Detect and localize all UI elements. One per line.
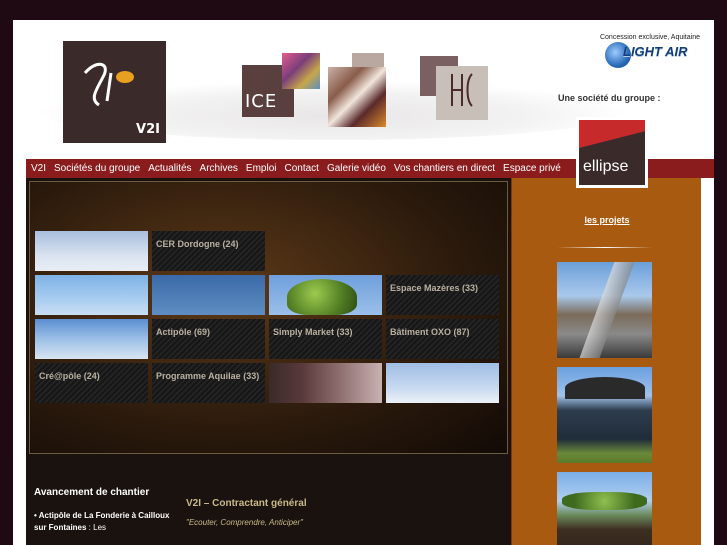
gallery-tile-label: Bâtiment OXO (87) [390,327,470,337]
ice-logo-text: ICE [245,91,278,112]
gallery-photo-tile[interactable] [269,363,382,403]
elite-logo[interactable] [420,56,488,120]
projects-sidebar: les projets [511,178,701,545]
gallery-tile-label: CER Dordogne (24) [156,239,239,249]
project-thumbnail[interactable] [557,367,652,463]
v2i-swirl-icon [83,62,134,107]
avancement-item-text: : Les [86,523,107,532]
gallery-tile-espace-mazeres[interactable]: Espace Mazères (33) [386,275,499,315]
nav-item-actualites[interactable]: Actualités [144,163,195,174]
gallery-tile-cer-dordogne[interactable]: CER Dordogne (24) [152,231,265,271]
sphere-logo-image [328,67,386,127]
nav-item-contact[interactable]: Contact [280,163,322,174]
gallery-photo-tile[interactable] [386,363,499,403]
gallery-tile-label: Actipôle (69) [156,327,211,337]
project-gallery: CER Dordogne (24) Espace Mazères (33) Ac… [29,181,508,454]
project-thumbnail[interactable] [557,472,652,545]
gallery-tile-actipole[interactable]: Actipôle (69) [152,319,265,359]
nav-item-galerie-video[interactable]: Galerie vidéo [323,163,390,174]
gallery-tile-simply-market[interactable]: Simply Market (33) [269,319,382,359]
gallery-tile-label: Programme Aquilae (33) [156,371,260,381]
gallery-tile-crepole[interactable]: Cré@pôle (24) [35,363,148,403]
thumbnail-detail [562,492,647,510]
ellipse-logo[interactable]: ellipse [576,117,648,188]
gallery-photo-tile[interactable] [35,319,148,359]
groupe-text: Une société du groupe : [558,93,661,103]
gallery-photo-tile[interactable] [35,275,148,315]
gallery-tile-programme-aquilae[interactable]: Programme Aquilae (33) [152,363,265,403]
nav-item-societes[interactable]: Sociétés du groupe [50,163,144,174]
contractant-section: V2I – Contractant général "Ecouter, Comp… [186,498,496,535]
gallery-photo-tile[interactable] [152,275,265,315]
v2i-logo[interactable]: V2I [63,41,166,143]
gallery-photo-tile[interactable] [269,275,382,315]
nav-item-chantiers[interactable]: Vos chantiers en direct [390,163,499,174]
tree-image [287,279,357,315]
thumbnail-detail [579,262,635,358]
ice-logo[interactable]: ICE [242,53,320,117]
gallery-photo-tile[interactable] [35,231,148,271]
thumbnail-detail [565,377,645,399]
gallery-tile-label: Espace Mazères (33) [390,283,479,293]
nav-item-espace-prive[interactable]: Espace privé [499,163,565,174]
sidebar-divider [557,247,653,248]
avancement-item[interactable]: • Actipôle de La Fonderie à Cailloux sur… [34,510,174,534]
nav-item-v2i[interactable]: V2I [26,163,50,174]
nav-item-emploi[interactable]: Emploi [242,163,281,174]
gallery-tile-label: Simply Market (33) [273,327,353,337]
contractant-title: V2I – Contractant général [186,498,307,509]
ice-logo-decoration [282,53,320,89]
page-frame: V2I ICE Concession exclusive, Aquitaine … [13,20,714,545]
lightair-name: LIGHT AIR [623,44,688,59]
sphere-logo[interactable] [328,53,388,133]
avancement-section: Avancement de chantier • Actipôle de La … [34,487,174,534]
lightair-logo[interactable]: LIGHT AIR [605,42,703,70]
projects-link[interactable]: les projets [512,215,702,225]
v2i-logo-text: V2I [136,122,160,137]
concession-text: Concession exclusive, Aquitaine [599,34,700,41]
main-content: CER Dordogne (24) Espace Mazères (33) Ac… [26,178,511,545]
ellipse-logo-band [579,120,645,148]
gallery-tile-label: Cré@pôle (24) [39,371,100,381]
project-thumbnail[interactable] [557,262,652,358]
contractant-quote: "Ecouter, Comprendre, Anticiper" [186,518,303,527]
avancement-title: Avancement de chantier [34,487,150,498]
gallery-tile-batiment-oxo[interactable]: Bâtiment OXO (87) [386,319,499,359]
nav-item-archives[interactable]: Archives [196,163,242,174]
elite-logo-mark-icon [451,73,473,107]
ellipse-logo-text: ellipse [583,158,629,175]
